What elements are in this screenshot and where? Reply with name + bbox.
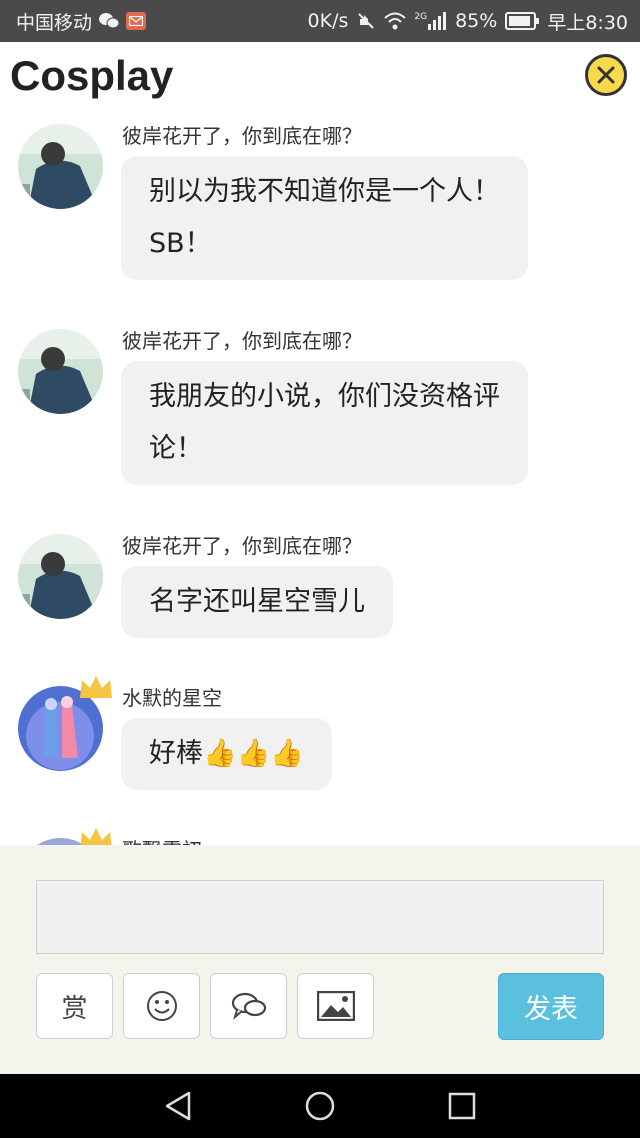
message-bubble: 名字还叫星空雪儿 [121,566,393,638]
back-button[interactable] [160,1088,196,1124]
mail-icon [126,12,147,30]
message-username: 水默的星空 [122,686,222,710]
page-title: Cosplay [10,52,174,99]
message-line: SB！ [149,228,212,259]
mute-icon [356,11,376,31]
crown-icon [78,672,114,708]
message-line: 别以为我不知道你是一个人！ [149,176,500,207]
crown-icon [78,824,114,845]
system-nav-bar [0,1074,640,1138]
message-bubble: 别以为我不知道你是一个人！ SB！ [121,156,528,280]
comments-button[interactable] [210,973,287,1039]
clock: 早上8:30 [547,11,628,34]
message-bubble: 我朋友的小说，你们没资格评 论！ [121,361,528,485]
message-username: 彼岸花开了，你到底在哪？ [122,534,362,558]
status-bar: 中国移动 0K/s 2G 85% 早上8:30 [0,0,640,42]
user-avatar[interactable] [18,124,103,209]
user-avatar[interactable] [18,534,103,619]
close-button[interactable] [585,54,627,96]
home-icon [304,1090,336,1122]
header: Cosplay [0,42,640,114]
image-icon [316,991,355,1021]
message-line: 我朋友的小说，你们没资格评 [149,381,500,412]
smiley-icon [146,990,178,1022]
network-speed: 0K/s [307,10,349,32]
network-type: 2G [414,12,428,22]
recents-icon [447,1091,477,1121]
battery-percent: 85% [455,10,498,32]
carrier-name: 中国移动 [16,11,93,34]
back-icon [163,1090,193,1122]
home-button[interactable] [302,1088,338,1124]
close-icon [596,65,616,85]
message-line: 好棒👍👍👍 [149,738,304,769]
message-username: 歌飘雪初 [122,834,202,845]
chat-bubbles-icon [231,991,267,1021]
comment-input[interactable] [36,880,604,954]
app-screen: 中国移动 0K/s 2G 85% 早上8:30 Cosplay 彼岸花开了，你到… [0,0,640,1138]
reward-button-label: 赏 [61,993,88,1024]
message-line: 名字还叫星空雪儿 [149,586,365,617]
message-bubble: 好棒👍👍👍 [121,718,332,790]
message-username: 彼岸花开了，你到底在哪？ [122,329,362,353]
battery-icon [505,12,540,30]
user-avatar[interactable] [18,329,103,414]
compose-area: 赏 发表 [0,845,640,1074]
reward-button[interactable]: 赏 [36,973,113,1039]
wechat-icon [98,12,120,30]
send-button[interactable]: 发表 [498,973,604,1040]
signal-icon: 2G [414,12,447,30]
message-username: 彼岸花开了，你到底在哪？ [122,124,362,148]
send-button-label: 发表 [524,994,578,1025]
message-list[interactable]: 彼岸花开了，你到底在哪？ 别以为我不知道你是一个人！ SB！ 彼岸花开了，你到底… [0,114,640,845]
recents-button[interactable] [444,1088,480,1124]
message-line: 论！ [149,433,203,464]
wifi-icon [384,12,407,30]
image-button[interactable] [297,973,374,1039]
emoji-button[interactable] [123,973,200,1039]
